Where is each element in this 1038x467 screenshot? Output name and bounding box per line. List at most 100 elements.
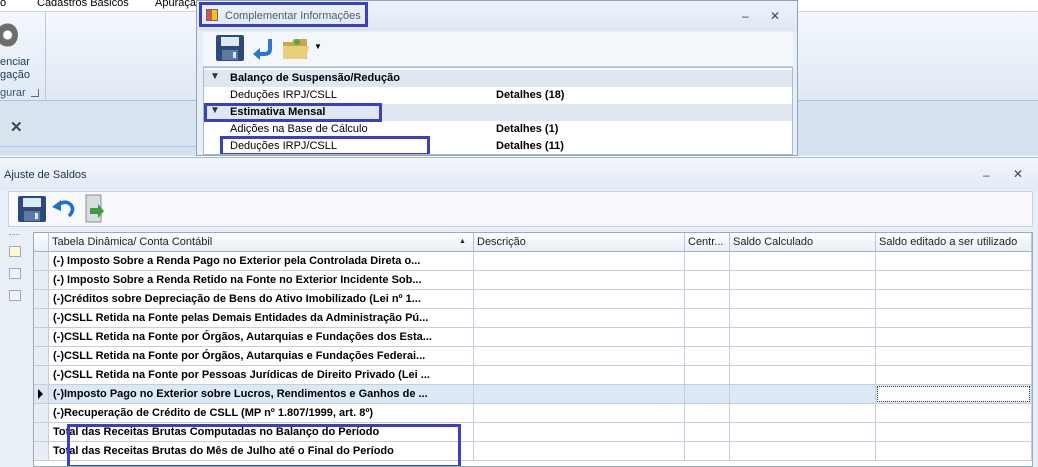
row-header[interactable]: [34, 442, 49, 461]
cell-saldo-editado[interactable]: [876, 271, 1032, 290]
save-icon[interactable]: [17, 195, 47, 223]
cell-conta[interactable]: (-)Créditos sobre Depreciação de Bens do…: [49, 290, 474, 309]
cell-conta[interactable]: (-)Recuperação de Crédito de CSLL (MP nº…: [49, 404, 474, 423]
cell-conta[interactable]: (-)CSLL Retida na Fonte por Órgãos, Auta…: [49, 328, 474, 347]
row-header[interactable]: [34, 347, 49, 366]
cell-saldo-editado[interactable]: [876, 328, 1032, 347]
minimize-button[interactable]: ‒: [742, 9, 749, 23]
cell-centro[interactable]: [685, 271, 730, 290]
cell-conta[interactable]: (-) Imposto Sobre a Renda Pago no Exteri…: [49, 252, 474, 271]
table-row[interactable]: (-)Imposto Pago no Exterior sobre Lucros…: [34, 385, 1032, 404]
close-document-icon[interactable]: ✕: [10, 118, 23, 136]
dropdown-arrow-icon[interactable]: ▼: [314, 42, 322, 51]
active-edit-cell[interactable]: [877, 386, 1030, 402]
save-icon[interactable]: [215, 34, 245, 62]
cell-saldo-calculado[interactable]: [730, 347, 876, 366]
details-link[interactable]: Detalhes (18): [496, 89, 564, 101]
column-header-saldo-calculado[interactable]: Saldo Calculado: [730, 233, 876, 252]
row-header[interactable]: [34, 366, 49, 385]
gear-icon[interactable]: [0, 22, 18, 48]
cell-saldo-calculado[interactable]: [730, 290, 876, 309]
cell-centro[interactable]: [685, 347, 730, 366]
details-link[interactable]: Detalhes (11): [496, 140, 564, 152]
column-header-saldo-editado[interactable]: Saldo editado a ser utilizado: [876, 233, 1032, 252]
cell-centro[interactable]: [685, 366, 730, 385]
close-button[interactable]: ✕: [770, 9, 780, 23]
new-record-icon[interactable]: [9, 246, 21, 257]
cell-saldo-calculado[interactable]: [730, 271, 876, 290]
cell-centro[interactable]: [685, 252, 730, 271]
row-header[interactable]: [34, 328, 49, 347]
row-header[interactable]: [34, 271, 49, 290]
table-row[interactable]: (-)CSLL Retida na Fonte por Órgãos, Auta…: [34, 328, 1032, 347]
menu-item-partial[interactable]: o: [0, 0, 6, 9]
table-row[interactable]: (-) Imposto Sobre a Renda Pago no Exteri…: [34, 252, 1032, 271]
edit-record-icon[interactable]: [9, 290, 21, 301]
cell-saldo-calculado[interactable]: [730, 385, 876, 404]
table-row[interactable]: (-) Imposto Sobre a Renda Retido na Font…: [34, 271, 1032, 290]
table-row[interactable]: (-)CSLL Retida na Fonte por Pessoas Jurí…: [34, 366, 1032, 385]
export-icon[interactable]: [83, 194, 105, 224]
chevron-down-icon[interactable]: ▼: [210, 71, 220, 82]
row-header[interactable]: [34, 385, 49, 404]
cell-saldo-editado[interactable]: [876, 385, 1032, 404]
cell-descricao[interactable]: [474, 385, 685, 404]
cell-saldo-calculado[interactable]: [730, 366, 876, 385]
ribbon-expander-icon[interactable]: [31, 89, 39, 97]
cell-descricao[interactable]: [474, 328, 685, 347]
folder-icon[interactable]: [281, 34, 311, 62]
cell-saldo-editado[interactable]: [876, 404, 1032, 423]
cell-saldo-editado[interactable]: [876, 252, 1032, 271]
cell-conta[interactable]: (-)CSLL Retida na Fonte por Pessoas Jurí…: [49, 366, 474, 385]
cell-descricao[interactable]: [474, 271, 685, 290]
group-header[interactable]: ▼ Balanço de Suspensão/Redução: [204, 70, 792, 88]
undo-icon[interactable]: [51, 197, 77, 219]
cell-saldo-editado[interactable]: [876, 423, 1032, 442]
row-header[interactable]: [34, 290, 49, 309]
cell-descricao[interactable]: [474, 252, 685, 271]
cell-centro[interactable]: [685, 385, 730, 404]
row-header[interactable]: [34, 309, 49, 328]
undo-icon[interactable]: [252, 36, 276, 60]
menu-item-cadastros[interactable]: Cadastros Básicos: [37, 0, 129, 9]
cell-saldo-editado[interactable]: [876, 347, 1032, 366]
cell-saldo-calculado[interactable]: [730, 328, 876, 347]
cell-centro[interactable]: [685, 328, 730, 347]
cell-descricao[interactable]: [474, 423, 685, 442]
cell-centro[interactable]: [685, 423, 730, 442]
cell-conta[interactable]: (-)CSLL Retida na Fonte pelas Demais Ent…: [49, 309, 474, 328]
row-header[interactable]: [34, 252, 49, 271]
cell-centro[interactable]: [685, 404, 730, 423]
minimize-button[interactable]: ‒: [983, 168, 990, 182]
table-row[interactable]: (-)CSLL Retida na Fonte por Órgãos, Auta…: [34, 347, 1032, 366]
cell-saldo-editado[interactable]: [876, 309, 1032, 328]
sort-ascending-icon[interactable]: ▲: [459, 238, 466, 245]
cell-descricao[interactable]: [474, 309, 685, 328]
ribbon-button-label-2[interactable]: gação: [0, 69, 30, 81]
cell-saldo-editado[interactable]: [876, 442, 1032, 461]
cell-descricao[interactable]: [474, 290, 685, 309]
cell-conta[interactable]: (-) Imposto Sobre a Renda Retido na Font…: [49, 271, 474, 290]
column-header-descricao[interactable]: Descrição: [474, 233, 685, 252]
cell-saldo-calculado[interactable]: [730, 442, 876, 461]
cell-centro[interactable]: [685, 309, 730, 328]
delete-record-icon[interactable]: [9, 268, 21, 279]
cell-centro[interactable]: [685, 290, 730, 309]
table-row[interactable]: (-)Créditos sobre Depreciação de Bens do…: [34, 290, 1032, 309]
cell-saldo-calculado[interactable]: [730, 423, 876, 442]
cell-conta[interactable]: (-)CSLL Retida na Fonte por Órgãos, Auta…: [49, 347, 474, 366]
row-header[interactable]: [34, 404, 49, 423]
cell-descricao[interactable]: [474, 442, 685, 461]
cell-descricao[interactable]: [474, 404, 685, 423]
cell-saldo-editado[interactable]: [876, 290, 1032, 309]
cell-saldo-calculado[interactable]: [730, 404, 876, 423]
cell-centro[interactable]: [685, 442, 730, 461]
close-button[interactable]: ✕: [1013, 167, 1023, 181]
details-link[interactable]: Detalhes (1): [496, 123, 558, 135]
row-header[interactable]: [34, 423, 49, 442]
cell-saldo-calculado[interactable]: [730, 309, 876, 328]
table-row[interactable]: (-)Recuperação de Crédito de CSLL (MP nº…: [34, 404, 1032, 423]
ribbon-button-label-1[interactable]: enciar: [0, 56, 30, 68]
cell-descricao[interactable]: [474, 366, 685, 385]
column-header-centro[interactable]: Centr...: [685, 233, 730, 252]
